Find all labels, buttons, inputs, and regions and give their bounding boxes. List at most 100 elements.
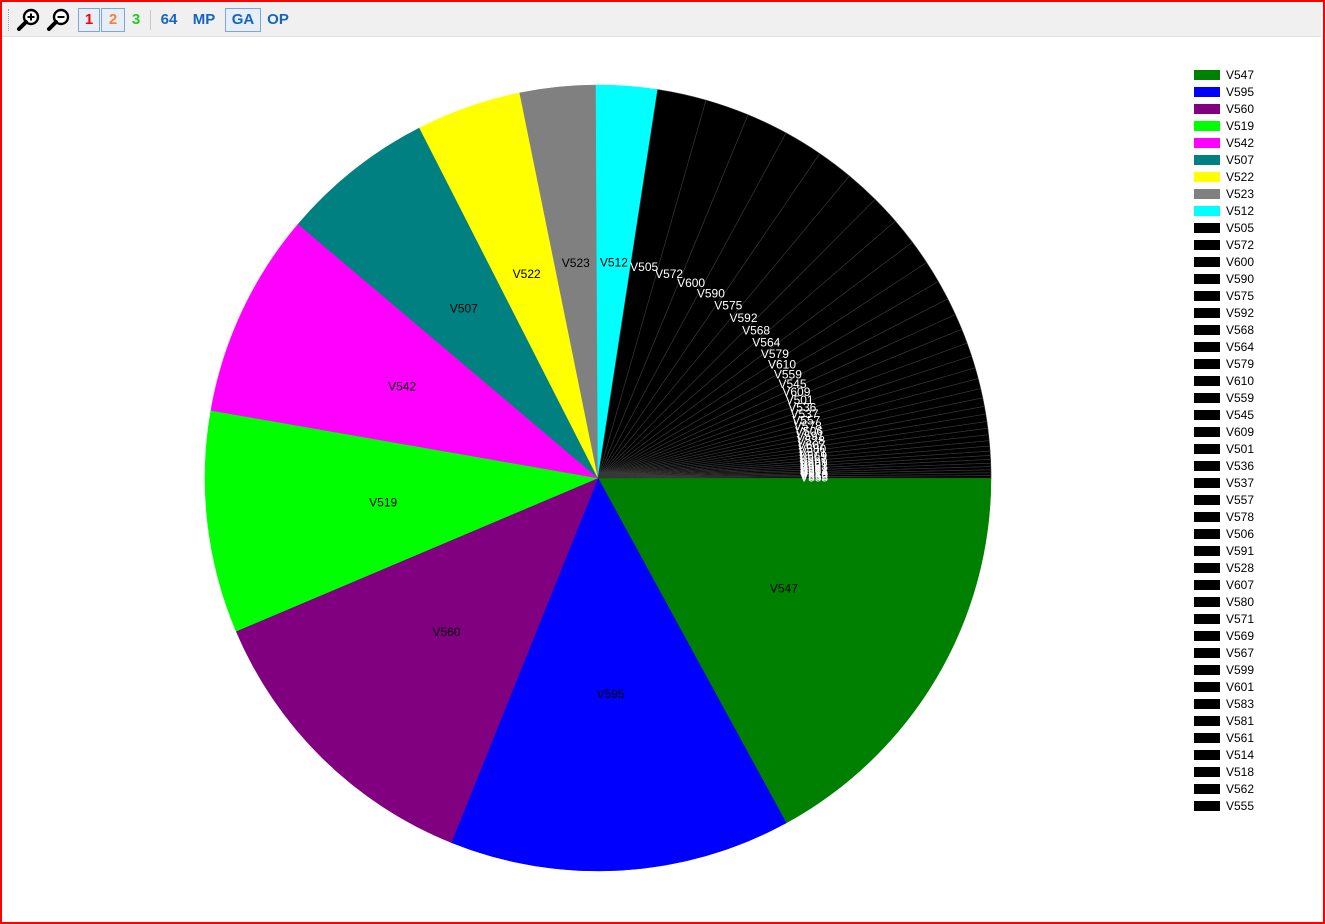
legend-swatch — [1194, 750, 1220, 760]
legend-swatch — [1194, 308, 1220, 318]
legend-label: V610 — [1226, 374, 1255, 388]
legend-label: V607 — [1226, 578, 1255, 592]
legend-swatch — [1194, 189, 1220, 199]
legend-label: V568 — [1226, 323, 1255, 337]
legend-label: V600 — [1226, 255, 1255, 269]
legend-swatch — [1194, 767, 1220, 777]
legend-swatch — [1194, 104, 1220, 114]
legend-label: V595 — [1226, 85, 1255, 99]
legend-label: V559 — [1226, 391, 1255, 405]
legend-label: V575 — [1226, 289, 1255, 303]
legend-label: V567 — [1226, 646, 1255, 660]
legend-swatch — [1194, 614, 1220, 624]
legend-swatch — [1194, 291, 1220, 301]
zoom-in-icon — [17, 8, 40, 31]
legend-label: V571 — [1226, 612, 1255, 626]
legend-label: V555 — [1226, 799, 1255, 813]
legend-label: V561 — [1226, 731, 1255, 745]
legend-swatch — [1194, 155, 1220, 165]
slice-label-v555: V555 — [800, 470, 828, 484]
legend-swatch — [1194, 427, 1220, 437]
view-1-button[interactable]: 1 — [78, 8, 100, 32]
slice-label-v519: V519 — [369, 496, 397, 510]
legend-swatch — [1194, 444, 1220, 454]
legend-label: V572 — [1226, 238, 1255, 252]
legend-label: V601 — [1226, 680, 1255, 694]
zoom-out-button[interactable] — [46, 7, 72, 33]
chart-area: V547 V595 V560 V519 V542 V507 V522 V523 V512 V505… — [6, 38, 1319, 918]
legend-label: V545 — [1226, 408, 1255, 422]
legend-label: V536 — [1226, 459, 1255, 473]
legend-swatch — [1194, 631, 1220, 641]
legend-swatch — [1194, 257, 1220, 267]
legend-swatch — [1194, 359, 1220, 369]
slice-label-v560: V560 — [432, 625, 460, 639]
legend-label: V537 — [1226, 476, 1255, 490]
legend-label: V583 — [1226, 697, 1255, 711]
legend-label: V592 — [1226, 306, 1255, 320]
toolbar-grip[interactable] — [8, 9, 12, 31]
legend-swatch — [1194, 716, 1220, 726]
64-button[interactable]: 64 — [156, 8, 182, 32]
mp-button[interactable]: MP — [188, 8, 220, 32]
legend-swatch — [1194, 342, 1220, 352]
legend-label: V557 — [1226, 493, 1255, 507]
legend-swatch — [1194, 529, 1220, 539]
legend-label: V522 — [1226, 170, 1255, 184]
legend-swatch — [1194, 563, 1220, 573]
toolbar: 1 2 3 64 MP GA OP — [2, 2, 1321, 37]
legend-label: V581 — [1226, 714, 1255, 728]
slice-label-v547: V547 — [770, 581, 798, 595]
zoom-in-button[interactable] — [16, 7, 42, 33]
legend-swatch — [1194, 733, 1220, 743]
legend-label: V591 — [1226, 544, 1255, 558]
legend-label: V590 — [1226, 272, 1255, 286]
legend-label: V501 — [1226, 442, 1255, 456]
view-3-button[interactable]: 3 — [126, 8, 146, 32]
legend-label: V560 — [1226, 102, 1255, 116]
zoom-out-icon — [47, 8, 70, 31]
legend-swatch — [1194, 699, 1220, 709]
legend-label: V569 — [1226, 629, 1255, 643]
toolbar-separator — [150, 10, 151, 30]
legend-label: V514 — [1226, 748, 1255, 762]
ga-button[interactable]: GA — [225, 8, 261, 32]
slice-label-v542: V542 — [388, 379, 416, 393]
view-2-button[interactable]: 2 — [101, 8, 125, 32]
legend-swatch — [1194, 495, 1220, 505]
legend-label: V519 — [1226, 119, 1255, 133]
legend-swatch — [1194, 223, 1220, 233]
legend-label: V512 — [1226, 204, 1255, 218]
legend-label: V518 — [1226, 765, 1255, 779]
legend-swatch — [1194, 478, 1220, 488]
slice-label-v512: V512 — [600, 255, 628, 269]
slice-label-v595: V595 — [597, 687, 625, 701]
legend-swatch — [1194, 546, 1220, 556]
legend-swatch — [1194, 801, 1220, 811]
slice-label-v507: V507 — [450, 302, 478, 316]
legend-swatch — [1194, 512, 1220, 522]
op-button[interactable]: OP — [263, 8, 293, 32]
legend-label: V523 — [1226, 187, 1255, 201]
legend-swatch — [1194, 682, 1220, 692]
legend-label: V528 — [1226, 561, 1255, 575]
legend-swatch — [1194, 393, 1220, 403]
legend-swatch — [1194, 410, 1220, 420]
legend-swatch — [1194, 665, 1220, 675]
legend-swatch — [1194, 648, 1220, 658]
legend-swatch — [1194, 172, 1220, 182]
legend-swatch — [1194, 376, 1220, 386]
legend-label: V599 — [1226, 663, 1255, 677]
legend-label: V580 — [1226, 595, 1255, 609]
legend-label: V579 — [1226, 357, 1255, 371]
legend-swatch — [1194, 138, 1220, 148]
legend-swatch — [1194, 325, 1220, 335]
legend-label: V507 — [1226, 153, 1255, 167]
legend-label: V547 — [1226, 68, 1255, 82]
legend-swatch — [1194, 206, 1220, 216]
legend-swatch — [1194, 461, 1220, 471]
legend-swatch — [1194, 274, 1220, 284]
legend-label: V505 — [1226, 221, 1255, 235]
legend-swatch — [1194, 87, 1220, 97]
legend-label: V578 — [1226, 510, 1255, 524]
